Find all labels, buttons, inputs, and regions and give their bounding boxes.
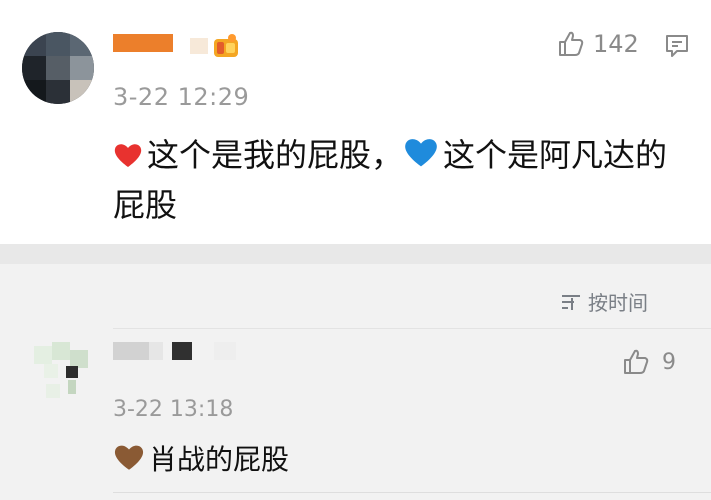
- username-redacted-tail: [190, 38, 208, 54]
- red-heart-icon: [114, 144, 142, 167]
- avatar-pixelated[interactable]: [22, 32, 94, 104]
- like-button-2[interactable]: 9: [622, 348, 676, 376]
- brown-heart-icon: [114, 445, 144, 470]
- thumbs-up-icon: [559, 31, 584, 56]
- avatar-pixelated-2[interactable]: [28, 340, 96, 408]
- username-redacted[interactable]: [113, 34, 173, 52]
- comment-timestamp: 3-22 12:29: [113, 83, 250, 111]
- sort-icon: [562, 294, 580, 310]
- member-badge-icon: [214, 34, 238, 57]
- comment-text-2-body: 肖战的屁股: [149, 443, 290, 476]
- section-separator: [0, 244, 711, 264]
- comment-text-part1: 这个是我的屁股，: [147, 136, 404, 174]
- comment-timestamp-2: 3-22 13:18: [113, 397, 234, 422]
- blue-heart-icon: [405, 139, 437, 167]
- username-redacted-2[interactable]: [113, 342, 149, 360]
- sort-label: 按时间: [588, 291, 648, 315]
- username-redacted-2d: [214, 342, 236, 360]
- thumbs-up-icon: [624, 349, 649, 374]
- comment-card-1: 3-22 12:29 142 这个是我的屁股， 这个是阿凡达的屁股: [0, 0, 711, 244]
- reply-icon[interactable]: [664, 33, 690, 59]
- username-redacted-2b: [149, 342, 163, 360]
- divider: [113, 328, 711, 329]
- like-count-2: 9: [662, 349, 676, 375]
- like-count: 142: [593, 30, 639, 58]
- like-button[interactable]: 142: [557, 30, 639, 58]
- comment-text-2: 肖战的屁股: [113, 442, 289, 478]
- bottom-divider: [113, 492, 711, 493]
- comment-text: 这个是我的屁股， 这个是阿凡达的屁股: [113, 130, 693, 230]
- sort-by-time-button[interactable]: 按时间: [560, 287, 648, 316]
- username-redacted-2c: [172, 342, 192, 360]
